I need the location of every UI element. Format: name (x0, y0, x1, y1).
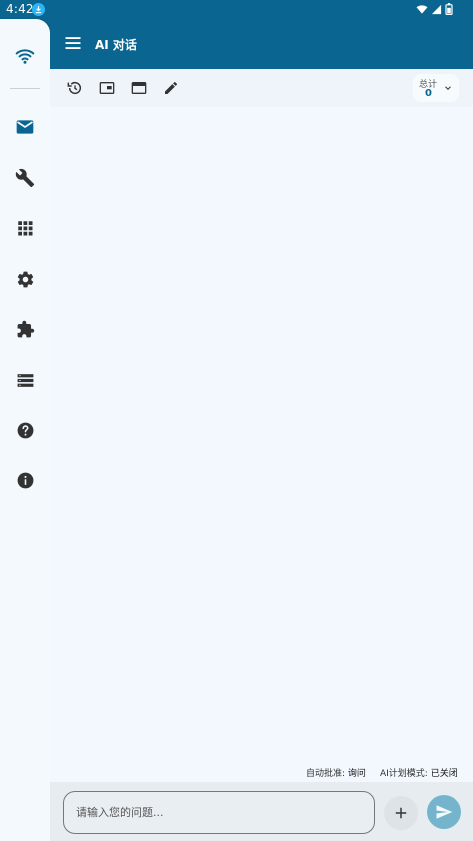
help-icon[interactable] (13, 418, 37, 442)
auto-approve-value: 询问 (347, 769, 366, 779)
message-input[interactable] (63, 791, 375, 834)
rail-divider (10, 88, 40, 89)
list-icon[interactable] (13, 368, 37, 392)
chat-toolbar: 总计 0 (50, 69, 473, 107)
chevron-down-icon (445, 86, 451, 90)
chat-main: 总计 0 自动批准: 询问 AI计划模式: 已关闭 (50, 69, 473, 841)
auto-approve-status[interactable]: 自动批准: 询问 (306, 766, 366, 779)
plan-mode-value: 已关闭 (430, 769, 458, 779)
auto-approve-label: 自动批准: (306, 769, 346, 779)
add-attachment-button[interactable] (384, 796, 418, 830)
status-time: 4:42 (6, 2, 34, 16)
navigation-rail (0, 19, 50, 841)
wifi-icon[interactable] (13, 44, 37, 68)
app-bar: AI 对话 (50, 19, 473, 69)
mail-icon[interactable] (13, 115, 37, 139)
send-button[interactable] (427, 795, 461, 829)
wifi-status-icon (416, 4, 428, 14)
send-icon (436, 805, 453, 819)
cell-signal-icon (431, 4, 442, 14)
gear-icon[interactable] (13, 267, 37, 291)
edit-icon[interactable] (162, 79, 180, 97)
grid-icon[interactable] (13, 216, 37, 240)
total-value: 0 (425, 88, 432, 99)
puzzle-icon[interactable] (13, 317, 37, 341)
battery-icon (445, 3, 453, 15)
wrench-icon[interactable] (13, 166, 37, 190)
menu-icon[interactable] (63, 33, 83, 53)
total-counter[interactable]: 总计 0 (413, 74, 459, 102)
picture-in-picture-icon[interactable] (98, 79, 116, 97)
info-icon[interactable] (13, 468, 37, 492)
status-bar: 4:42 (0, 0, 473, 19)
composer-bar (50, 782, 473, 841)
history-icon[interactable] (66, 79, 84, 97)
window-icon[interactable] (130, 79, 148, 97)
plus-icon (395, 807, 407, 819)
download-icon (32, 3, 45, 16)
plan-mode-status[interactable]: AI计划模式: 已关闭 (380, 766, 458, 779)
plan-mode-label: AI计划模式: (380, 769, 428, 779)
system-icons (416, 3, 453, 15)
page-title: AI 对话 (95, 38, 137, 52)
